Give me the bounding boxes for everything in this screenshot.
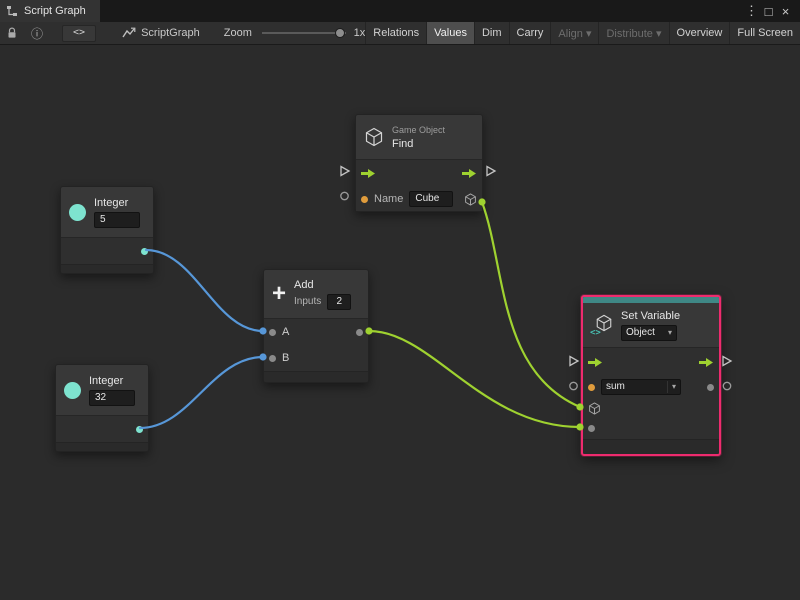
align-button[interactable]: Align ▾: [550, 22, 598, 44]
value-input-port[interactable]: [588, 425, 595, 432]
integer-value-field[interactable]: 32: [89, 390, 135, 406]
sum-output-port[interactable]: [356, 329, 363, 336]
distribute-button[interactable]: Distribute ▾: [598, 22, 668, 44]
dropdown-caret-icon: ▾: [667, 381, 676, 393]
node-integer-top[interactable]: Integer 5: [60, 186, 154, 274]
flow-in-arrow-icon[interactable]: [588, 357, 603, 368]
game-object-output-port[interactable]: [464, 193, 477, 206]
node-set-variable[interactable]: <> Set Variable Object ▾: [581, 295, 721, 456]
name-value-field[interactable]: Cube: [409, 191, 453, 207]
game-object-cube-icon: [364, 127, 384, 147]
carry-button[interactable]: Carry: [509, 22, 551, 44]
script-graph-icon: [122, 27, 136, 39]
flow-in-arrow-icon[interactable]: [361, 168, 376, 179]
variable-name-port[interactable]: [588, 384, 595, 391]
zoom-slider-track: [262, 32, 346, 34]
integer-icon: [64, 382, 81, 399]
toolbar-buttons: Relations Values Dim Carry Align ▾ Distr…: [365, 22, 800, 44]
info-icon[interactable]: ⓘ: [24, 25, 50, 42]
fullscreen-button[interactable]: Full Screen: [729, 22, 800, 44]
tab-script-graph[interactable]: Script Graph: [0, 0, 100, 22]
integer-output-port[interactable]: [141, 248, 148, 255]
node-title: Find: [392, 138, 445, 150]
flow-out-arrow-icon[interactable]: [699, 357, 714, 368]
dropdown-caret-icon: ▾: [668, 327, 672, 339]
node-category: Game Object: [392, 125, 445, 135]
zoom-slider-handle[interactable]: [335, 28, 345, 38]
integer-output-port[interactable]: [136, 426, 143, 433]
inputs-count-field[interactable]: 2: [327, 294, 351, 310]
variable-name-dropdown[interactable]: sum ▾: [601, 379, 681, 395]
port-label-a: A: [282, 326, 289, 338]
scope-value: Object: [626, 327, 655, 339]
graph-breadcrumb[interactable]: ScriptGraph: [122, 27, 200, 39]
variable-scope-dropdown[interactable]: Object ▾: [621, 325, 677, 341]
node-add[interactable]: + Add Inputs 2 A B: [263, 269, 369, 383]
graph-name: ScriptGraph: [141, 27, 200, 39]
name-input-port[interactable]: [361, 196, 368, 203]
relations-button[interactable]: Relations: [365, 22, 426, 44]
graph-tab-icon: [6, 5, 18, 17]
values-button[interactable]: Values: [426, 22, 474, 44]
flow-out-arrow-icon[interactable]: [462, 168, 477, 179]
variable-name-value: sum: [606, 381, 625, 393]
close-icon[interactable]: ×: [777, 4, 794, 19]
input-a-port[interactable]: [269, 329, 276, 336]
inputs-label: Inputs: [294, 296, 321, 307]
set-variable-icon: <>: [591, 314, 613, 336]
zoom-slider[interactable]: [262, 26, 346, 40]
object-input-port[interactable]: [588, 402, 601, 415]
code-view-button[interactable]: <>: [62, 25, 96, 42]
zoom-label: Zoom: [224, 27, 252, 39]
node-integer-bottom[interactable]: Integer 32: [55, 364, 149, 452]
integer-icon: [69, 204, 86, 221]
code-glyph: <>: [590, 328, 601, 338]
node-title: Integer: [89, 375, 135, 387]
maximize-icon[interactable]: □: [760, 4, 777, 19]
zoom-value: 1x: [354, 27, 366, 39]
node-title: Integer: [94, 197, 140, 209]
graph-toolbar: ⓘ <> ScriptGraph Zoom 1x Relations Value…: [0, 22, 800, 45]
tab-title: Script Graph: [24, 5, 86, 17]
lock-icon[interactable]: [0, 27, 24, 39]
node-find[interactable]: Game Object Find Name Cube: [355, 114, 483, 212]
window-controls: ⋮ □ ×: [743, 0, 800, 22]
title-bar: Script Graph ⋮ □ ×: [0, 0, 800, 22]
node-title: Set Variable: [621, 310, 680, 322]
menu-icon[interactable]: ⋮: [743, 3, 760, 19]
dim-button[interactable]: Dim: [474, 22, 509, 44]
add-icon: +: [272, 283, 286, 305]
port-label-b: B: [282, 352, 289, 364]
port-label: Name: [374, 193, 403, 205]
integer-value-field[interactable]: 5: [94, 212, 140, 228]
script-graph-window: Script Graph ⋮ □ × ⓘ <> ScriptGraph Zoom: [0, 0, 800, 600]
output-value-port[interactable]: [707, 384, 714, 391]
input-b-port[interactable]: [269, 355, 276, 362]
node-title: Add: [294, 279, 351, 291]
overview-button[interactable]: Overview: [669, 22, 730, 44]
